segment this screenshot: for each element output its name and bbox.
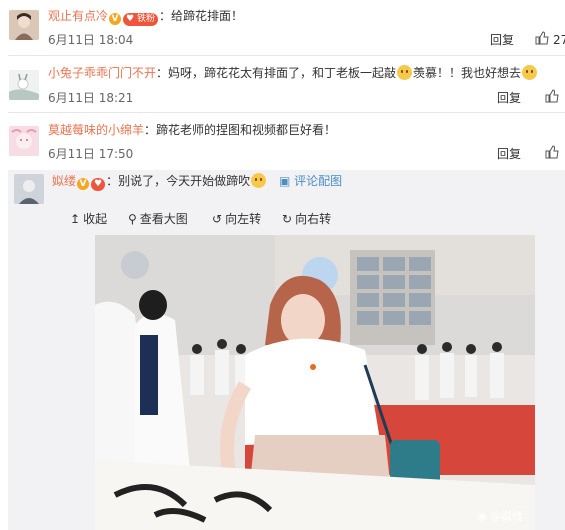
watermark: ◉ @姒缕 xyxy=(477,509,523,524)
thumbs-up-icon xyxy=(535,31,549,48)
rotate-right-button[interactable]: ↻ 向右转 xyxy=(282,210,331,227)
verified-icon: V xyxy=(77,178,90,190)
comment-time: 6月11日 18:21 xyxy=(48,91,134,105)
nested-reply-username[interactable]: 姒缕 xyxy=(52,174,76,188)
weibo-logo-icon: ◉ xyxy=(477,509,487,523)
comment-username[interactable]: 小兔子乖乖门门不开 xyxy=(48,66,156,80)
like-button[interactable]: 27 xyxy=(535,31,565,48)
like-button[interactable] xyxy=(545,89,559,106)
view-large-button[interactable]: ⚲ 查看大图 xyxy=(128,210,188,227)
rotate-left-icon: ↺ xyxy=(212,211,223,226)
emoji-icon xyxy=(397,65,413,80)
divider xyxy=(8,112,565,113)
view-comment-image-link[interactable]: ▣ 评论配图 xyxy=(279,174,342,188)
reply-button[interactable]: 回复 xyxy=(497,145,521,162)
comment-text-line: 莫越莓味的小绵羊：蹄花老师的捏图和视频都巨好看！ xyxy=(48,122,336,138)
nested-reply-text: ：别说了，今天开始做蹄吹 xyxy=(106,174,251,188)
comment-photo[interactable]: ◉ @姒缕 xyxy=(95,235,535,530)
comment-text-line: 观止有点冷 V ♥ 铁粉 ：给蹄花排面！ xyxy=(48,8,243,26)
reply-button[interactable]: 回复 xyxy=(490,31,514,48)
comment-username[interactable]: 观止有点冷 xyxy=(48,9,108,23)
comment-time: 6月11日 18:04 xyxy=(48,33,134,47)
thumbs-up-icon xyxy=(545,145,559,162)
avatar[interactable] xyxy=(14,174,44,204)
nested-reply-text-line: 姒缕 V ♥ ：别说了，今天开始做蹄吹 ▣ 评论配图 xyxy=(52,173,342,191)
comment-text: ：蹄花老师的捏图和视频都巨好看！ xyxy=(144,123,337,137)
divider xyxy=(8,55,565,56)
collapse-button[interactable]: ↥ 收起 xyxy=(70,210,107,227)
like-count: 27 xyxy=(553,32,565,47)
comment-time: 6月11日 17:50 xyxy=(48,147,134,161)
avatar[interactable] xyxy=(9,70,39,100)
reply-button[interactable]: 回复 xyxy=(497,89,521,106)
magnifier-icon: ⚲ xyxy=(128,211,137,226)
verified-icon: V xyxy=(109,13,122,25)
fan-badge: ♥ 铁粉 xyxy=(123,13,158,26)
avatar[interactable] xyxy=(9,126,39,156)
arrow-up-icon: ↥ xyxy=(70,211,81,226)
emoji-icon xyxy=(251,173,267,188)
comment-text: ：妈呀，蹄花花太有排面了，和丁老板一起敲 xyxy=(156,66,397,80)
fan-badge: ♥ xyxy=(91,178,106,191)
like-button[interactable] xyxy=(545,145,559,162)
comment-text: 羡慕！！我也好想去 xyxy=(413,66,522,80)
emoji-icon xyxy=(522,65,538,80)
thumbs-up-icon xyxy=(545,89,559,106)
image-icon: ▣ xyxy=(278,174,291,188)
comment-username[interactable]: 莫越莓味的小绵羊 xyxy=(48,123,144,137)
comment-text: ：给蹄花排面！ xyxy=(158,9,243,23)
rotate-right-icon: ↻ xyxy=(282,211,293,226)
avatar[interactable] xyxy=(9,10,39,40)
comment-text-line: 小兔子乖乖门门不开：妈呀，蹄花花太有排面了，和丁老板一起敲 羡慕！！我也好想去 xyxy=(48,65,538,81)
rotate-left-button[interactable]: ↺ 向左转 xyxy=(212,210,261,227)
